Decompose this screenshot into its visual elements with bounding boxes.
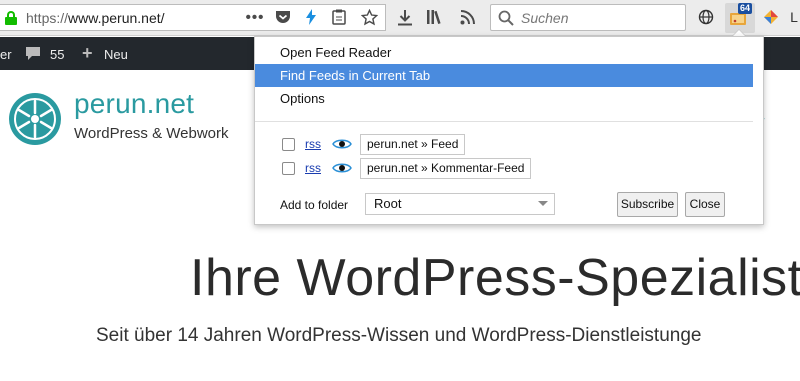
folder-label: Add to folder — [280, 198, 349, 212]
feed-count-badge: 64 — [738, 3, 753, 14]
rss-icon[interactable] — [458, 8, 476, 26]
preview-eye-icon[interactable] — [332, 137, 352, 151]
bookmark-star-icon[interactable] — [360, 8, 378, 26]
hero-subtitle: Seit über 14 Jahren WordPress-Wissen und… — [96, 325, 702, 346]
menu-find-feeds[interactable]: Find Feeds in Current Tab — [255, 64, 753, 87]
plus-icon[interactable]: + — [82, 43, 93, 64]
chevron-down-icon — [538, 201, 548, 206]
clipboard-icon[interactable] — [330, 8, 348, 26]
library-icon[interactable] — [426, 8, 444, 26]
feed-checkbox[interactable] — [282, 138, 295, 151]
comment-icon[interactable] — [25, 46, 41, 61]
site-title[interactable]: perun.net — [74, 88, 194, 120]
download-icon[interactable] — [396, 8, 414, 26]
overflow-text: L — [790, 9, 798, 25]
feed-name-field[interactable]: perun.net » Feed — [360, 134, 466, 155]
search-icon — [498, 9, 514, 27]
menu-open-feed-reader[interactable]: Open Feed Reader — [255, 41, 753, 64]
site-tagline: WordPress & Webwork — [74, 125, 229, 142]
folder-select[interactable]: Root — [365, 193, 555, 215]
lightning-icon[interactable] — [303, 8, 319, 26]
menu-divider — [255, 121, 753, 122]
site-logo[interactable] — [7, 91, 63, 147]
feed-type-link[interactable]: rss — [305, 161, 321, 175]
url-bar[interactable]: https://www.perun.net/ — [0, 4, 386, 31]
pocket-icon[interactable] — [274, 8, 292, 26]
colorful-extension-icon[interactable] — [762, 8, 780, 26]
url-host: www.perun.net/ — [68, 10, 165, 26]
page-actions-icon[interactable]: ••• — [246, 8, 264, 26]
new-item-link[interactable]: Neu — [104, 47, 128, 62]
feed-name-field[interactable]: perun.net » Kommentar-Feed — [360, 158, 532, 179]
translate-globe-icon[interactable] — [697, 8, 715, 26]
adminbar-fragment[interactable]: er — [0, 47, 12, 62]
lock-icon[interactable] — [5, 11, 17, 25]
folder-select-value: Root — [374, 196, 402, 211]
feed-popup: Open Feed Reader Find Feeds in Current T… — [254, 36, 764, 225]
feed-checkbox[interactable] — [282, 162, 295, 175]
preview-eye-icon[interactable] — [332, 161, 352, 175]
search-input[interactable]: Suchen — [490, 4, 686, 31]
menu-options[interactable]: Options — [255, 87, 753, 110]
subscribe-button[interactable]: Subscribe — [617, 192, 678, 217]
comments-count[interactable]: 55 — [50, 47, 64, 62]
hero-title: Ihre WordPress-Spezialist — [190, 249, 800, 307]
close-button[interactable]: Close — [685, 192, 725, 217]
browser-toolbar: https://www.perun.net/ ••• Suchen 64 L — [0, 0, 800, 36]
feed-type-link[interactable]: rss — [305, 137, 321, 151]
url-text[interactable]: https://www.perun.net/ — [26, 10, 165, 26]
url-protocol: https:// — [26, 10, 69, 26]
search-placeholder: Suchen — [521, 10, 569, 26]
